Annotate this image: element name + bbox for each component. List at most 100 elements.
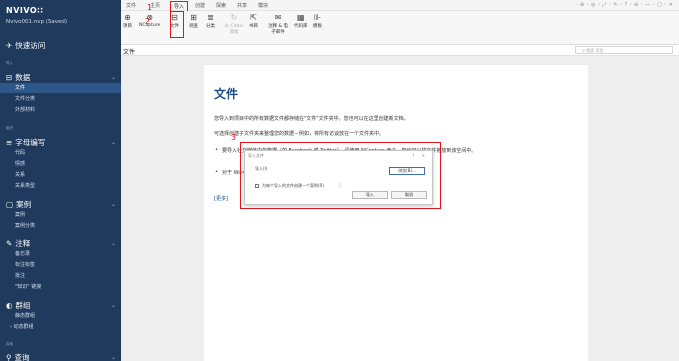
- quick-access-label: 快速访问: [15, 41, 46, 50]
- sidebar-item-label: 动态群组: [13, 324, 34, 330]
- folder-paragraph: 可选择创建子文件夹来整理您的数据－例如，将所有访谈放在一个文件夹中。: [214, 131, 385, 137]
- sidebar-group-cases[interactable]: ▢ 案例 ⌄: [6, 199, 116, 210]
- import-ribbon: ⊕ 项目 ⊗ NCapture ⊟ 文件 ⊞ 调查 ≣ 分类 ↻ 从 Citav…: [121, 11, 679, 45]
- notes-email-button[interactable]: ✉ 注释 & 电子邮件: [267, 13, 289, 35]
- bibliography-button[interactable]: ⇱ 书目: [249, 13, 258, 29]
- tab-create[interactable]: 创建: [192, 1, 208, 10]
- sidebar-item-codes[interactable]: 代码: [0, 148, 121, 158]
- dialog-window-controls[interactable]: ? ✕: [412, 153, 428, 158]
- sidebar-group-label: 字母编写: [15, 138, 46, 147]
- sets-icon: ◐: [6, 301, 13, 310]
- button-label: 书目: [249, 24, 258, 29]
- files-welcome-page: 文件 您导入到项目中的所有数据文件都存储在"文件"文件夹中。您也可以在这里创建新…: [204, 65, 588, 361]
- notes-icon: ✎: [6, 239, 13, 248]
- survey-button[interactable]: ⊞ 调查: [189, 13, 198, 29]
- chevron-down-icon: ⌄: [110, 139, 116, 146]
- sidebar-group-label: 注释: [15, 239, 31, 248]
- annotation-number: 2: [145, 17, 151, 26]
- template-button[interactable]: ⊪ 模板: [313, 13, 322, 29]
- section-import-label: 导入: [6, 61, 13, 65]
- chevron-down-icon: ⌄: [110, 354, 116, 361]
- template-icon: ⊪: [314, 13, 321, 22]
- tab-modules[interactable]: 模块: [255, 1, 271, 10]
- sidebar-item-externals[interactable]: 外部材料: [0, 105, 121, 115]
- chevron-down-icon: ⌄: [110, 240, 116, 247]
- database-icon: ⊟: [6, 73, 13, 82]
- project-file-name: Nvivo001.nvp (Saved): [6, 19, 68, 25]
- create-case-label: 为每个导入的文件创建一个案例(R): [262, 183, 324, 188]
- sidebar-group-notes[interactable]: ✎ 注释 ⌄: [6, 238, 116, 249]
- window-controls[interactable]: ◦⊕◦◎◦⤢◦✎◦?◦⊖◦—◦▢◦✕: [575, 2, 675, 8]
- button-label: 从 Citavi 添加: [224, 24, 244, 35]
- sidebar-group-data[interactable]: ⊟ 数据 ⌄: [6, 72, 116, 83]
- sidebar-item-annotations[interactable]: 标注标签: [0, 260, 121, 270]
- coding-icon: ≡: [6, 138, 13, 147]
- tab-file[interactable]: 文件: [123, 1, 139, 10]
- sidebar-group-query[interactable]: ⚲ 查询 ⌄: [6, 352, 116, 361]
- sidebar-group-label: 查询: [14, 353, 30, 361]
- info-icon[interactable]: ⓘ: [338, 183, 342, 189]
- codebook-button[interactable]: ▦ 代码库: [294, 13, 308, 29]
- button-label: 项目: [123, 24, 132, 29]
- search-input[interactable]: ⚲ 搜索 项目: [575, 46, 673, 54]
- quick-access-link[interactable]: ✈ 快速访问: [6, 40, 45, 51]
- classification-button[interactable]: ≣ 分类: [206, 13, 215, 29]
- query-icon: ⚲: [6, 353, 12, 361]
- sidebar-group-label: 案例: [16, 200, 32, 209]
- button-label: 注释 & 电子邮件: [268, 24, 288, 35]
- sidebar-item-sentiment[interactable]: 情感: [0, 159, 121, 169]
- chevron-down-icon: ⌄: [110, 201, 116, 208]
- more-link[interactable]: [更多]: [214, 195, 228, 202]
- sidebar-item-cases[interactable]: 案例: [0, 210, 121, 220]
- sidebar-group-sets[interactable]: ◐ 群组 ⌄: [6, 300, 116, 311]
- sidebar-item-files[interactable]: 文件: [0, 83, 121, 93]
- sidebar-item-memos[interactable]: 备忘录: [0, 249, 121, 259]
- sidebar-item-relationship-types[interactable]: 关系类型: [0, 181, 121, 191]
- browse-button[interactable]: 浏览(B)...: [389, 167, 425, 175]
- sidebar-item-static-sets[interactable]: 静态群组: [0, 311, 121, 321]
- classification-icon: ≣: [207, 13, 214, 22]
- page-title: 文件: [123, 49, 136, 56]
- button-label: 模板: [313, 24, 322, 29]
- sidebar-item-file-classifications[interactable]: 文件分类: [0, 94, 121, 104]
- plus-circle-icon: ⊕: [124, 13, 131, 22]
- sidebar-group-label: 数据: [15, 73, 31, 82]
- search-placeholder: 搜索 项目: [586, 48, 604, 53]
- bibliography-icon: ⇱: [250, 13, 257, 22]
- button-label: 代码库: [294, 24, 308, 29]
- ribbon-tab-bar: 文件 主页 导入 创建 探索 共享 模块 ◦⊕◦◎◦⤢◦✎◦?◦⊖◦—◦▢◦✕: [121, 0, 679, 12]
- workspace: 文件 您导入到项目中的所有数据文件都存储在"文件"文件夹中。您也可以在这里创建新…: [121, 56, 679, 361]
- sidebar-item-comments[interactable]: 批注: [0, 271, 121, 281]
- import-files-dialog: 导入文件 ? ✕ 导入(I) 浏览(B)... 为每个导入的文件创建一个案例(R…: [244, 150, 433, 205]
- section-organize-label: 组织: [6, 126, 13, 130]
- button-label: 分类: [206, 24, 215, 29]
- chevron-right-icon: ›: [10, 324, 12, 330]
- dialog-title: 导入文件: [248, 153, 264, 158]
- sidebar-item-relationships[interactable]: 关系: [0, 170, 121, 180]
- section-explore-label: 探索: [6, 342, 13, 346]
- survey-icon: ⊞: [190, 13, 197, 22]
- sidebar-item-see-also-links[interactable]: "知识" 链接: [0, 282, 121, 292]
- content-title: 文件: [214, 87, 239, 101]
- tab-explore[interactable]: 探索: [213, 1, 229, 10]
- refresh-icon: ↻: [230, 13, 238, 22]
- sidebar-item-case-classifications[interactable]: 案例分类: [0, 221, 121, 231]
- citavi-button[interactable]: ↻ 从 Citavi 添加: [222, 13, 246, 35]
- import-project-button[interactable]: ⊕ 项目: [123, 13, 132, 29]
- sidebar-group-coding[interactable]: ≡ 字母编写 ⌄: [6, 137, 116, 148]
- chevron-down-icon: ⌄: [110, 74, 116, 81]
- case-icon: ▢: [6, 200, 14, 209]
- highlight-box: [170, 11, 184, 38]
- sidebar-item-dynamic-sets[interactable]: › 动态群组: [0, 322, 121, 332]
- import-button[interactable]: 导入: [352, 191, 388, 199]
- create-case-checkbox[interactable]: [255, 184, 259, 188]
- import-path-label: 导入(I): [255, 166, 268, 171]
- cancel-button[interactable]: 取消: [391, 191, 427, 199]
- pin-icon: ✈: [6, 41, 13, 50]
- navigation-sidebar: NVIVO∷ Nvivo001.nvp (Saved) ✈ 快速访问 导入 ⊟ …: [0, 0, 121, 361]
- button-label: 调查: [189, 24, 198, 29]
- tab-share[interactable]: 共享: [234, 1, 250, 10]
- sidebar-group-label: 群组: [15, 301, 31, 310]
- intro-paragraph: 您导入到项目中的所有数据文件都存储在"文件"文件夹中。您也可以在这里创建新文档。: [214, 116, 409, 122]
- breadcrumb: 文件 ⚲ 搜索 项目: [121, 45, 679, 56]
